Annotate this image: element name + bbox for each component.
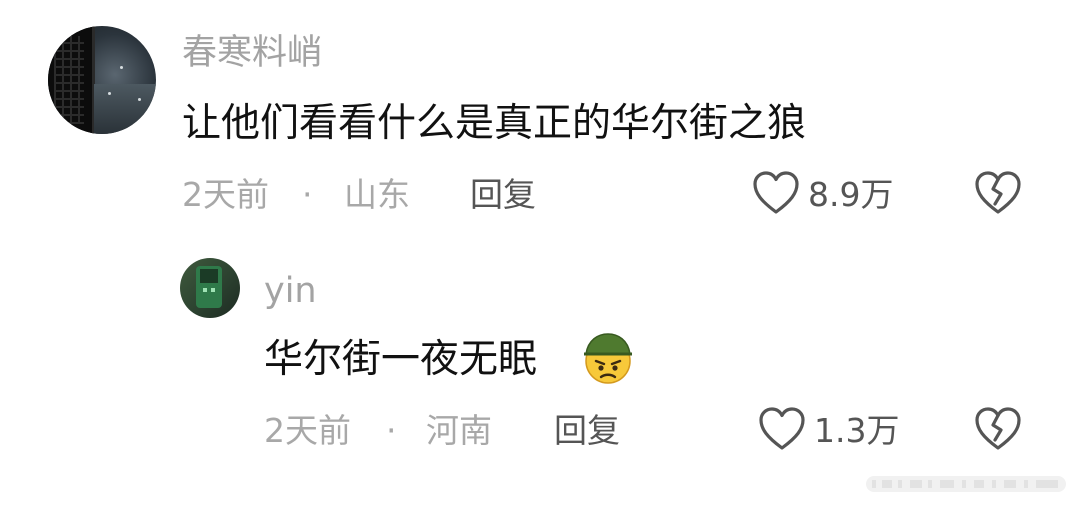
comment-location: 河南 — [426, 411, 492, 450]
meta-separator: · — [302, 175, 313, 214]
avatar[interactable] — [180, 258, 240, 318]
heart-outline-icon[interactable] — [758, 406, 806, 452]
comment-time: 2天前 — [182, 175, 269, 214]
reply-button[interactable]: 回复 — [554, 414, 620, 447]
comment-time: 2天前 — [264, 411, 351, 450]
avatar[interactable] — [48, 26, 156, 134]
meta-separator: · — [386, 411, 397, 450]
watermark — [866, 472, 1066, 496]
comment-location: 山东 — [344, 175, 410, 214]
heart-outline-icon[interactable] — [752, 170, 800, 216]
angry-face-emoji-icon — [580, 330, 636, 386]
comment-text: 让他们看看什么是真正的华尔街之狼 — [182, 101, 807, 146]
comment-username[interactable]: 春寒料峭 — [182, 36, 322, 71]
broken-heart-icon[interactable] — [974, 170, 1022, 216]
broken-heart-icon[interactable] — [974, 406, 1022, 452]
reply-button[interactable]: 回复 — [470, 178, 536, 211]
like-count: 1.3万 — [814, 411, 900, 450]
like-count: 8.9万 — [808, 175, 894, 214]
comment-text: 华尔街一夜无眠 — [264, 337, 538, 382]
comment-username[interactable]: yin — [264, 274, 317, 309]
